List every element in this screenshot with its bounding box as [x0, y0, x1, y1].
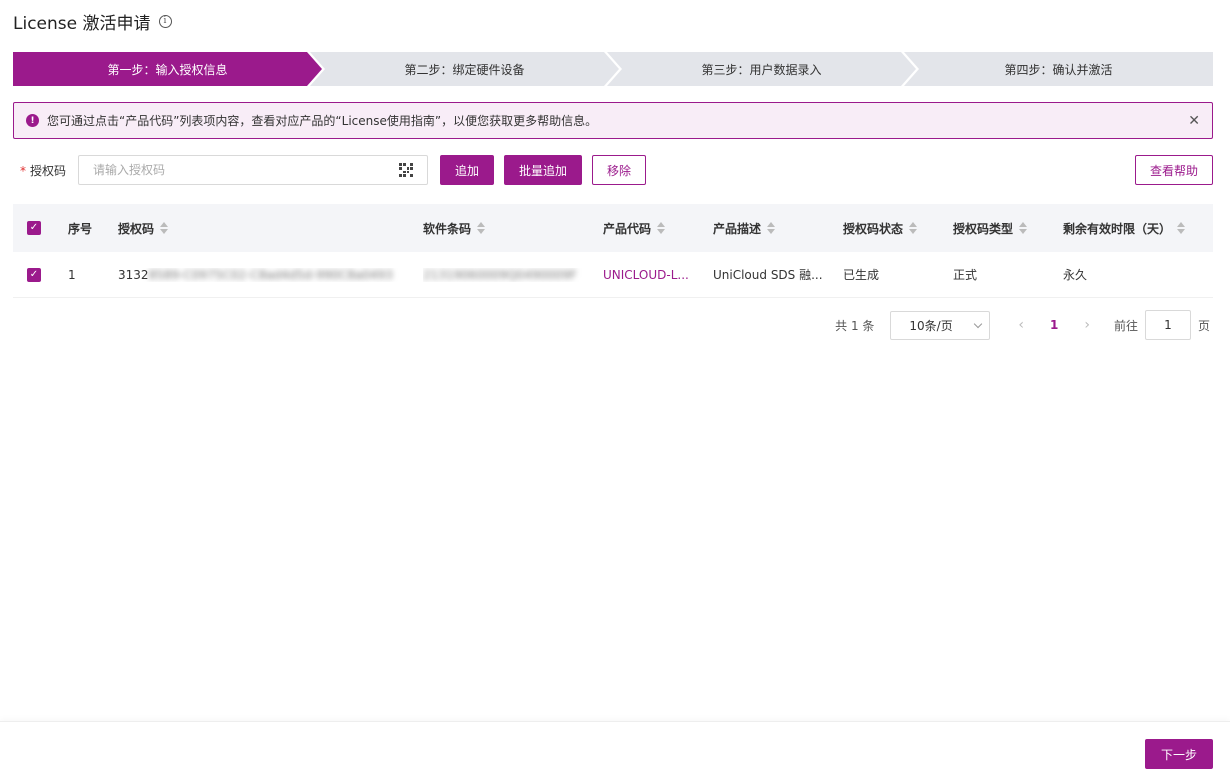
pagination: 共 1 条 10条/页 ‹ 1 › 前往 1 页	[835, 310, 1210, 340]
page-size-select[interactable]: 10条/页	[890, 310, 991, 340]
step-4: 第四步：确认并激活	[904, 52, 1213, 86]
step-1: 第一步：输入授权信息	[13, 52, 322, 86]
goto-page-input[interactable]: 1	[1144, 310, 1191, 340]
page-header: License 激活申请 i	[13, 8, 172, 34]
license-code-label: * 授权码	[20, 163, 67, 178]
remaining-days: 永久	[1063, 268, 1088, 282]
column-header[interactable]: 授权码状态	[843, 220, 903, 237]
table-header: ✓ 序号 授权码 软件条码 产品代码 产品描述 授权码状态 授权码类型 剩余有效…	[13, 204, 1213, 252]
close-icon[interactable]: ✕	[1188, 113, 1200, 129]
goto-label: 前往	[1113, 318, 1138, 333]
info-alert: ! 您可通过点击“产品代码”列表项内容，查看对应产品的“License使用指南”…	[13, 102, 1213, 139]
chevron-down-icon	[974, 319, 983, 328]
row-checkbox[interactable]: ✓	[27, 267, 41, 282]
qr-code-icon[interactable]	[399, 163, 413, 177]
license-code-value: 3132	[118, 267, 149, 282]
license-status: 已生成	[843, 268, 880, 282]
license-code-input[interactable]	[93, 163, 399, 177]
product-description: UniCloud SDS 融...	[713, 268, 823, 282]
total-count: 共 1 条	[835, 318, 875, 333]
sort-icon[interactable]	[657, 222, 666, 234]
license-code-form: *授权码 追加 批量追加 移除 查看帮助	[20, 155, 1213, 185]
next-step-button[interactable]: 下一步	[1145, 739, 1213, 769]
column-header[interactable]: 软件条码	[423, 220, 471, 237]
page-title: License 激活申请	[13, 13, 151, 34]
step-3: 第三步：用户数据录入	[607, 52, 916, 86]
license-type: 正式	[953, 268, 978, 282]
remove-button[interactable]: 移除	[592, 155, 647, 185]
software-barcode-value: 21319060009Q0490009F	[423, 267, 577, 282]
column-header[interactable]: 授权码类型	[953, 220, 1013, 237]
column-header[interactable]: 剩余有效时限（天）	[1063, 220, 1171, 237]
sort-icon[interactable]	[1019, 222, 1028, 234]
column-header[interactable]: 产品代码	[603, 220, 651, 237]
table-row[interactable]: ✓ 1 3132 8589-C0975C02-C8ad4d5d-990C8a049…	[13, 252, 1213, 298]
product-code-link[interactable]: UNICLOUD-L...	[603, 268, 689, 282]
view-help-button[interactable]: 查看帮助	[1134, 155, 1213, 185]
batch-add-button[interactable]: 批量追加	[504, 155, 583, 185]
column-header: 序号	[68, 221, 93, 236]
info-icon[interactable]: i	[158, 14, 172, 28]
alert-text: 您可通过点击“产品代码”列表项内容，查看对应产品的“License使用指南”，以…	[47, 114, 598, 128]
sort-icon[interactable]	[1177, 222, 1186, 234]
footer-bar: 下一步	[0, 721, 1230, 782]
sort-icon[interactable]	[477, 222, 486, 234]
step-2: 第二步：绑定硬件设备	[310, 52, 619, 86]
next-page-icon[interactable]: ›	[1084, 317, 1090, 333]
step-indicator: 第一步：输入授权信息 第二步：绑定硬件设备 第三步：用户数据录入 第四步：确认并…	[13, 52, 1213, 86]
column-header[interactable]: 产品描述	[713, 220, 761, 237]
add-button[interactable]: 追加	[440, 155, 495, 185]
row-number: 1	[68, 267, 76, 282]
page-number-current[interactable]: 1	[1050, 318, 1058, 332]
exclamation-icon: !	[26, 114, 39, 127]
license-table: ✓ 序号 授权码 软件条码 产品代码 产品描述 授权码状态 授权码类型 剩余有效…	[13, 204, 1213, 298]
select-all-checkbox[interactable]: ✓	[27, 221, 41, 235]
page-suffix: 页	[1197, 318, 1210, 333]
prev-page-icon[interactable]: ‹	[1018, 317, 1024, 333]
license-code-input-wrapper[interactable]	[78, 155, 428, 185]
page-size-value: 10条/页	[909, 318, 953, 333]
sort-icon[interactable]	[909, 222, 918, 234]
license-code-blurred: 8589-C0975C02-C8ad4d5d-990C8a0493	[148, 267, 393, 282]
column-header[interactable]: 授权码	[118, 220, 154, 237]
sort-icon[interactable]	[767, 222, 776, 234]
sort-icon[interactable]	[160, 222, 169, 234]
